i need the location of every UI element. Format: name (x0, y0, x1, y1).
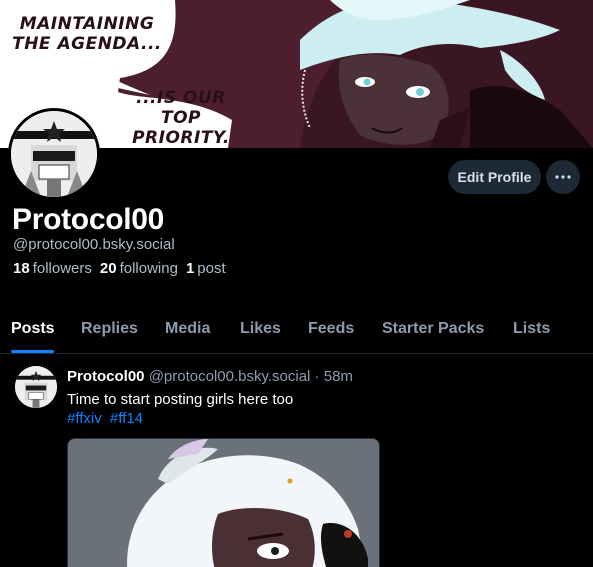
tab-posts[interactable]: Posts (11, 319, 55, 339)
followers-count: 18 (13, 260, 30, 277)
hashtag-link[interactable]: #ffxiv (67, 410, 102, 427)
post-author-handle[interactable]: @protocol00.bsky.social (149, 368, 311, 385)
more-options-button[interactable] (546, 160, 580, 194)
post-image-artwork (68, 439, 379, 567)
post-separator: · (314, 368, 320, 385)
tab-lists[interactable]: Lists (513, 319, 550, 339)
banner-bubble-text-1: MAINTAINING THE AGENDA... (12, 14, 162, 54)
tab-feeds[interactable]: Feeds (308, 319, 354, 339)
profile-tabs: Posts Replies Media Likes Feeds Starter … (0, 310, 593, 354)
post-text: Time to start posting girls here too (67, 391, 294, 408)
edit-profile-button[interactable]: Edit Profile (448, 160, 541, 194)
profile-stats: 18 followers 20 following 1 post (13, 260, 234, 278)
tab-likes[interactable]: Likes (240, 319, 281, 339)
post-timestamp[interactable]: 58m (324, 368, 353, 385)
post-author-name[interactable]: Protocol00 (67, 368, 145, 385)
following-count: 20 (99, 260, 117, 277)
followers-label: followers (32, 260, 92, 277)
banner-bubble-text-2: ...IS OUR TOP PRIORITY. (132, 88, 230, 148)
active-tab-indicator (11, 350, 54, 353)
profile-handle: @protocol00.bsky.social (13, 236, 175, 253)
posts-count: 1 (185, 260, 195, 277)
tab-starter-packs[interactable]: Starter Packs (382, 319, 484, 339)
following-label: following (119, 260, 178, 277)
tab-media[interactable]: Media (165, 319, 210, 339)
posts-stat: 1 post (186, 260, 226, 278)
post-author-avatar[interactable] (15, 366, 57, 408)
followers-link[interactable]: 18 followers (13, 260, 92, 278)
post-avatar-artwork (15, 366, 57, 408)
following-link[interactable]: 20 following (100, 260, 178, 278)
tab-replies[interactable]: Replies (81, 319, 138, 339)
profile-avatar[interactable] (8, 108, 100, 200)
post-header: Protocol00 @protocol00.bsky.social · 58m (67, 368, 353, 386)
hashtag-link[interactable]: #ff14 (110, 410, 143, 427)
post-tags: #ffxiv #ff14 (67, 410, 147, 428)
ellipsis-icon (555, 175, 571, 179)
posts-label: post (197, 260, 226, 277)
avatar-artwork (11, 111, 97, 197)
profile-display-name: Protocol00 (12, 203, 165, 236)
profile-page: MAINTAINING THE AGENDA... ...IS OUR TOP … (0, 0, 593, 567)
post-image[interactable] (67, 438, 380, 567)
